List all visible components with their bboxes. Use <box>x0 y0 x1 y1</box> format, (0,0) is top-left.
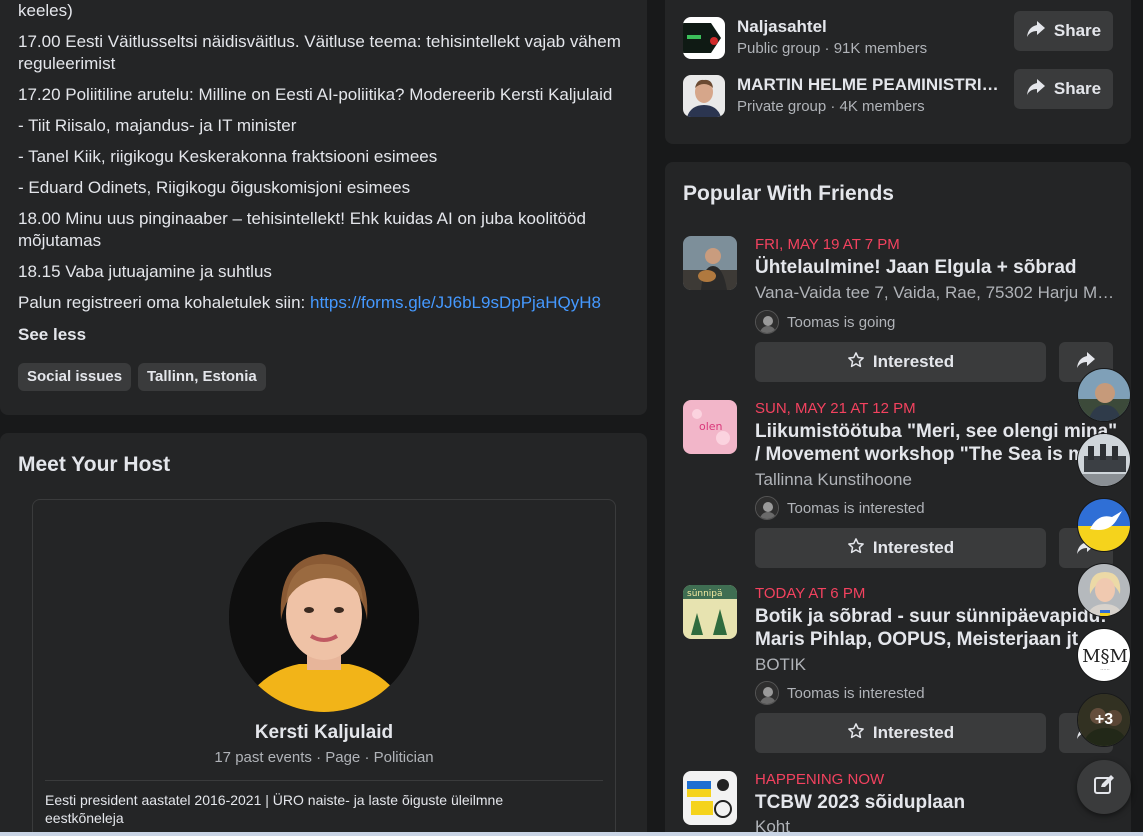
star-icon <box>847 351 865 374</box>
group-row[interactable]: Naljasahtel Public group · 91K members S… <box>683 11 1113 61</box>
details-line: reguleerimist <box>18 54 116 73</box>
details-line: 17.20 Poliitiline arutelu: Milline on Ee… <box>18 85 613 104</box>
chat-head[interactable] <box>1077 433 1131 487</box>
window-bottom-edge <box>0 832 1143 836</box>
event-item[interactable]: FRI, MAY 19 AT 7 PM Ühtelaulmine! Jaan E… <box>683 236 1131 386</box>
details-line: keeles) <box>18 1 73 20</box>
details-line: 18.00 Minu uus pinginaaber – tehisintell… <box>18 209 586 228</box>
share-icon <box>1026 20 1046 43</box>
group-row[interactable]: MARTIN HELME PEAMINISTRIKS Private group… <box>683 69 1113 119</box>
event-location: Tallinna Kunstihoone <box>755 470 912 489</box>
interested-label: Interested <box>872 538 955 557</box>
event-details-card: keeles) 17.00 Eesti Väitlusseltsi näidis… <box>0 0 647 415</box>
event-title[interactable]: TCBW 2023 sõiduplaan <box>755 791 1125 814</box>
chat-head[interactable] <box>1077 498 1131 552</box>
event-title[interactable]: Ühtelaulmine! Jaan Elgula + sõbrad <box>755 256 1125 279</box>
host-profile: Kersti Kaljulaid 17 past events · Page ·… <box>32 499 616 836</box>
interested-button[interactable]: Interested <box>755 528 1046 568</box>
friend-avatar <box>755 496 779 520</box>
new-message-button[interactable] <box>1077 760 1131 814</box>
svg-text:olen: olen <box>699 420 723 433</box>
group-thumb-portrait <box>683 75 725 117</box>
svg-text:M§M: M§M <box>1082 646 1128 667</box>
event-title[interactable]: Botik ja sõbrad - suur sünnipäevapidu: M… <box>755 605 1125 651</box>
tag-social-issues[interactable]: Social issues <box>18 363 132 391</box>
interested-label: Interested <box>872 352 955 371</box>
popular-with-friends-card: Popular With Friends FRI, MAY 19 AT 7 PM… <box>665 162 1131 836</box>
details-line: - Tiit Riisalo, majandus- ja IT minister <box>18 116 297 135</box>
event-friend-status: Toomas is going <box>755 310 895 334</box>
details-line: - Eduard Odinets, Riigikogu õiguskomisjo… <box>18 178 411 197</box>
event-thumb-pink: olen <box>683 400 737 454</box>
register-link[interactable]: https://forms.gle/JJ6bL9sDpPjaHQyH8 <box>310 293 601 312</box>
friend-avatar <box>755 310 779 334</box>
host-section-title: Meet Your Host <box>18 453 171 476</box>
friend-avatar <box>755 681 779 705</box>
host-bio: Eesti president aastatel 2016-2021 | ÜRO… <box>45 792 504 826</box>
group-thumb-dark <box>683 17 725 59</box>
event-item[interactable]: olen SUN, MAY 21 AT 12 PM Liikumistöötub… <box>683 400 1131 570</box>
share-icon <box>1026 78 1046 101</box>
group-name[interactable]: MARTIN HELME PEAMINISTRIKS <box>737 75 1002 95</box>
popular-section-title: Popular With Friends <box>683 182 894 205</box>
host-name[interactable]: Kersti Kaljulaid <box>33 722 615 744</box>
svg-text:sünnipä: sünnipä <box>687 589 723 599</box>
details-line: 18.15 Vaba jutuajamine ja suhtlus <box>18 262 272 281</box>
register-label: Palun registreeri oma kohaletulek siin: <box>18 293 310 312</box>
host-meta: 17 past events · Page · Politician <box>214 749 434 766</box>
tag-location[interactable]: Tallinn, Estonia <box>138 363 266 391</box>
group-meta: Public group · 91K members <box>737 40 928 57</box>
host-divider <box>45 780 603 781</box>
event-item[interactable]: HAPPENING NOW TCBW 2023 sõiduplaan Koht <box>683 771 1131 836</box>
friend-status-text: Toomas is interested <box>787 684 925 702</box>
interested-button[interactable]: Interested <box>755 713 1046 753</box>
event-thumb-birthday: sünnipä <box>683 585 737 639</box>
share-label: Share <box>1053 79 1102 98</box>
see-less-button[interactable]: See less <box>18 325 86 345</box>
compose-icon <box>1092 773 1116 802</box>
chat-head[interactable] <box>1077 368 1131 422</box>
interested-button[interactable]: Interested <box>755 342 1046 382</box>
chat-head-more[interactable]: +3 <box>1077 693 1131 747</box>
event-date: TODAY AT 6 PM <box>755 585 866 602</box>
event-item[interactable]: sünnipä TODAY AT 6 PM Botik ja sõbrad - … <box>683 585 1131 755</box>
chat-head[interactable]: M§M ······ <box>1077 628 1131 682</box>
event-location: Vana-Vaida tee 7, Vaida, Rae, 75302 Harj… <box>755 283 1115 302</box>
star-icon <box>847 722 865 745</box>
share-label: Share <box>1053 21 1102 40</box>
group-meta: Private group · 4K members <box>737 98 925 115</box>
group-name[interactable]: Naljasahtel <box>737 17 1002 37</box>
register-line: Palun registreeri oma kohaletulek siin: … <box>18 292 633 314</box>
event-date: FRI, MAY 19 AT 7 PM <box>755 236 900 253</box>
event-friend-status: Toomas is interested <box>755 496 925 520</box>
friend-status-text: Toomas is going <box>787 313 896 331</box>
event-thumb-concert <box>683 236 737 290</box>
friend-status-text: Toomas is interested <box>787 499 925 517</box>
interested-label: Interested <box>872 723 955 742</box>
event-thumb-tcbw <box>683 771 737 825</box>
event-title[interactable]: Liikumistöötuba "Meri, see olengi mina" … <box>755 420 1125 466</box>
details-line: mõjutamas <box>18 231 102 250</box>
share-button[interactable]: Share <box>1014 69 1113 109</box>
svg-text:······: ······ <box>1100 667 1110 673</box>
event-date: HAPPENING NOW <box>755 771 885 788</box>
share-button[interactable]: Share <box>1014 11 1113 51</box>
star-icon <box>847 537 865 560</box>
more-chats-count: +3 <box>1078 694 1130 746</box>
meet-your-host-card: Meet Your Host Kersti Kaljulaid 17 past … <box>0 433 647 836</box>
event-date: SUN, MAY 21 AT 12 PM <box>755 400 916 417</box>
chat-head[interactable] <box>1077 563 1131 617</box>
suggested-groups-card: Naljasahtel Public group · 91K members S… <box>665 0 1131 144</box>
details-line: - Tanel Kiik, riigikogu Keskerakonna fra… <box>18 147 438 166</box>
event-location: BOTIK <box>755 655 807 674</box>
event-friend-status: Toomas is interested <box>755 681 925 705</box>
details-line: 17.00 Eesti Väitlusseltsi näidisväitlus.… <box>18 32 621 51</box>
host-avatar[interactable] <box>229 522 419 712</box>
